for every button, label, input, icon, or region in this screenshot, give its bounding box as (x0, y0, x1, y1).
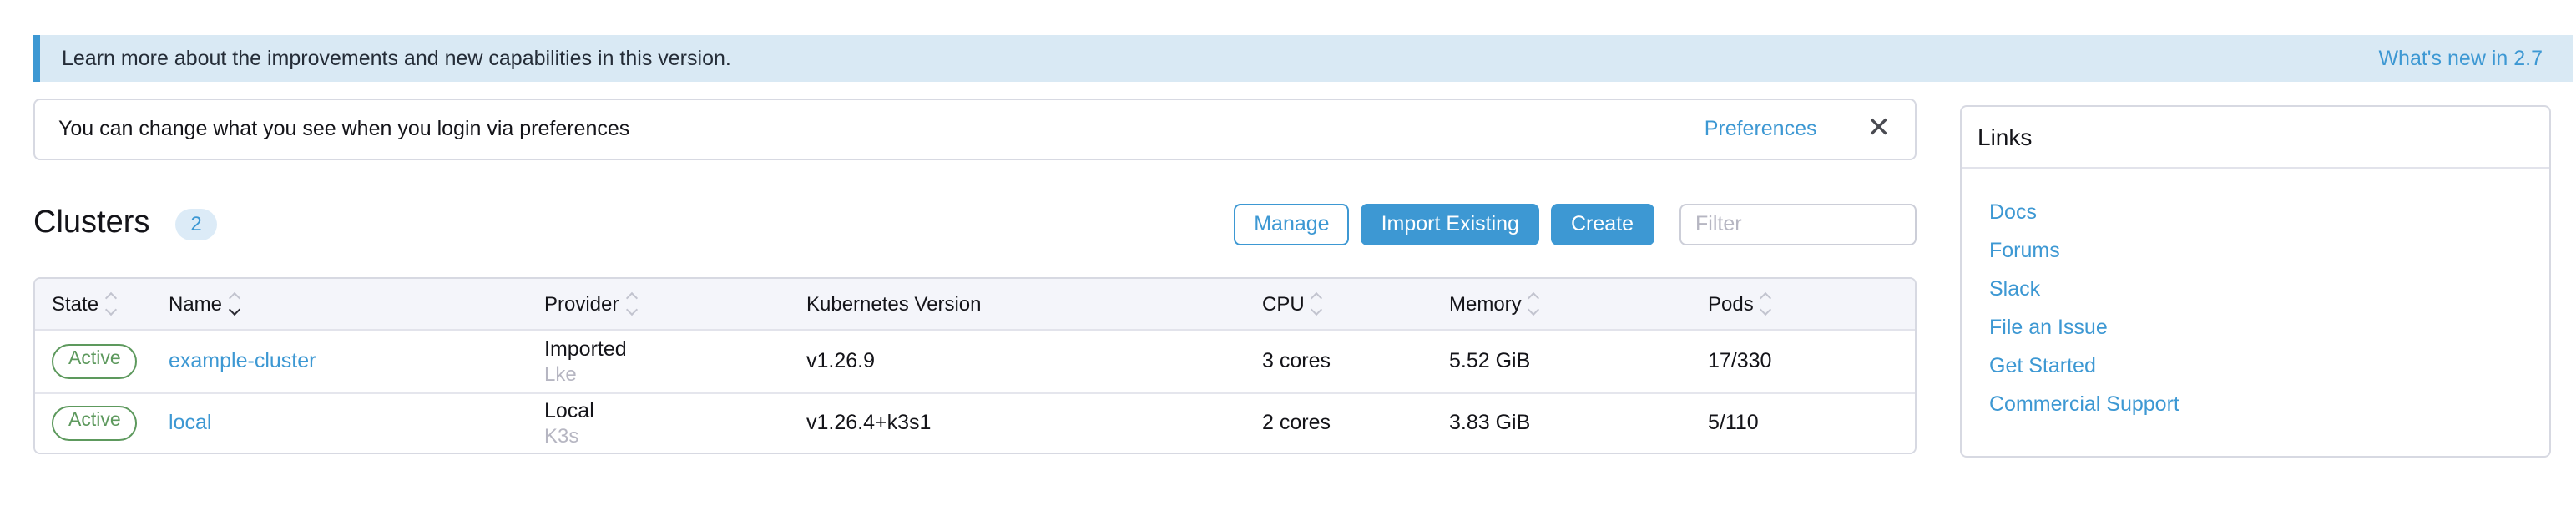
sort-icon (627, 294, 635, 315)
import-existing-button[interactable]: Import Existing (1361, 203, 1539, 245)
name-cell: local (169, 412, 544, 435)
whats-new-link[interactable]: What's new in 2.7 (2378, 46, 2543, 69)
links-list: Docs Forums Slack File an Issue Get Star… (1961, 169, 2549, 422)
cpu-cell: 3 cores (1262, 350, 1449, 373)
file-an-issue-link[interactable]: File an Issue (1989, 315, 2108, 338)
manage-button[interactable]: Manage (1234, 203, 1349, 245)
links-panel: Links Docs Forums Slack File an Issue Ge… (1959, 104, 2551, 457)
column-header-pods[interactable]: Pods (1708, 292, 1897, 316)
kubernetes-version-cell: v1.26.4+k3s1 (806, 412, 1262, 435)
sort-icon (1530, 294, 1538, 315)
page-title: Clusters (33, 205, 149, 242)
list-item: Docs (1989, 192, 2536, 230)
docs-link[interactable]: Docs (1989, 200, 2037, 223)
state-cell: Active (52, 406, 169, 441)
get-started-link[interactable]: Get Started (1989, 353, 2096, 377)
clusters-table: State Name Provider Kubernetes Version C… (33, 277, 1916, 454)
column-header-kubernetes-version: Kubernetes Version (806, 292, 1262, 316)
list-item: Commercial Support (1989, 384, 2536, 422)
status-badge: Active (52, 406, 138, 441)
provider-distro-label: Lke (544, 362, 806, 386)
commercial-support-link[interactable]: Commercial Support (1989, 392, 2179, 415)
cpu-cell: 2 cores (1262, 412, 1449, 435)
memory-cell: 5.52 GiB (1449, 350, 1708, 373)
cluster-link[interactable]: local (169, 412, 211, 435)
preferences-banner-message: You can change what you see when you log… (58, 118, 1705, 141)
pods-cell: 17/330 (1708, 350, 1897, 373)
sort-icon (1313, 294, 1321, 315)
name-cell: example-cluster (169, 350, 544, 373)
version-banner-message: Learn more about the improvements and ne… (62, 46, 731, 69)
status-badge: Active (52, 344, 138, 379)
sort-icon (1762, 294, 1770, 315)
cluster-actions: Manage Import Existing Create (1234, 203, 1916, 245)
list-item: Forums (1989, 230, 2536, 269)
memory-cell: 3.83 GiB (1449, 412, 1708, 435)
pods-cell: 5/110 (1708, 412, 1897, 435)
provider-cell: Imported Lke (544, 336, 806, 386)
filter-input[interactable] (1679, 203, 1916, 245)
list-item: File an Issue (1989, 307, 2536, 346)
slack-link[interactable]: Slack (1989, 276, 2040, 300)
version-banner: Learn more about the improvements and ne… (33, 34, 2573, 81)
preferences-banner: You can change what you see when you log… (33, 99, 1916, 159)
state-cell: Active (52, 344, 169, 379)
sort-icon (107, 294, 115, 315)
close-icon[interactable]: ✕ (1867, 115, 1892, 144)
column-header-cpu[interactable]: CPU (1262, 292, 1449, 316)
cluster-count-badge: 2 (174, 208, 217, 240)
preferences-link[interactable]: Preferences (1705, 118, 1817, 141)
sort-icon (230, 294, 239, 315)
column-header-provider[interactable]: Provider (544, 292, 806, 316)
column-header-name[interactable]: Name (169, 292, 544, 316)
provider-cell: Local K3s (544, 398, 806, 448)
table-header-row: State Name Provider Kubernetes Version C… (35, 279, 1914, 331)
rancher-home-page: Learn more about the improvements and ne… (0, 0, 2576, 516)
clusters-header-row: Clusters 2 Manage Import Existing Create (33, 199, 1916, 249)
links-panel-title: Links (1977, 124, 2032, 150)
links-panel-header: Links (1961, 106, 2549, 169)
list-item: Slack (1989, 269, 2536, 307)
table-row: Active local Local K3s v1.26.4+k3s1 2 co… (35, 392, 1914, 453)
forums-link[interactable]: Forums (1989, 238, 2060, 261)
provider-distro-label: K3s (544, 423, 806, 448)
create-button[interactable]: Create (1551, 203, 1654, 245)
list-item: Get Started (1989, 346, 2536, 384)
table-row: Active example-cluster Imported Lke v1.2… (35, 331, 1914, 392)
column-header-memory[interactable]: Memory (1449, 292, 1708, 316)
column-header-state[interactable]: State (52, 292, 169, 316)
cluster-link[interactable]: example-cluster (169, 350, 316, 373)
kubernetes-version-cell: v1.26.9 (806, 350, 1262, 373)
